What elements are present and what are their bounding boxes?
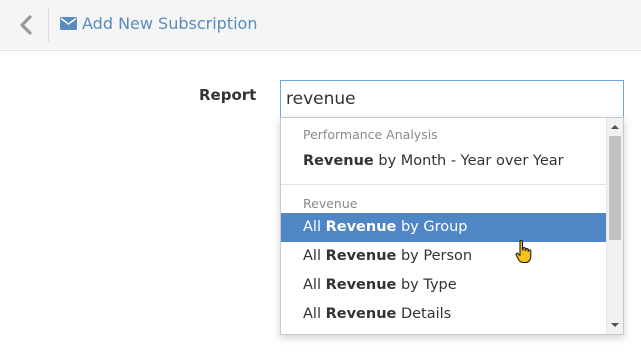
report-label: Report <box>199 86 257 104</box>
dropdown-options: Performance Analysis Revenue by Month - … <box>281 118 606 329</box>
dropdown-scrollbar[interactable] <box>606 118 623 334</box>
group-label-revenue: Revenue <box>303 196 358 211</box>
scroll-up-arrow-icon[interactable] <box>607 119 623 135</box>
option-match: Revenue <box>325 277 397 293</box>
page-title: Add New Subscription <box>60 11 257 35</box>
group-label-performance-analysis: Performance Analysis <box>303 127 438 142</box>
back-button[interactable] <box>12 8 40 42</box>
header-divider <box>48 8 49 42</box>
option-all-revenue-details[interactable]: All Revenue Details <box>281 300 606 329</box>
option-revenue-by-month-yoy[interactable]: Revenue by Month - Year over Year <box>281 148 606 178</box>
option-match: Revenue <box>325 306 397 322</box>
option-suffix: Details <box>396 306 452 322</box>
option-suffix: by Group <box>396 219 468 235</box>
option-match: Revenue <box>303 153 374 169</box>
option-all-revenue-by-type[interactable]: All Revenue by Type <box>281 271 606 300</box>
option-prefix: All <box>303 306 326 322</box>
hand-pointer-icon <box>515 239 532 264</box>
scroll-down-arrow-icon[interactable] <box>607 317 623 333</box>
envelope-icon <box>60 16 77 30</box>
option-suffix: by Month - Year over Year <box>373 153 564 169</box>
report-search-input[interactable] <box>280 80 624 118</box>
option-suffix: by Type <box>396 277 457 293</box>
report-dropdown: Performance Analysis Revenue by Month - … <box>280 117 624 335</box>
option-suffix: by Person <box>396 248 473 264</box>
option-all-revenue-by-person[interactable]: All Revenue by Person <box>281 242 606 271</box>
page-header: Add New Subscription <box>0 0 641 51</box>
option-match: Revenue <box>325 219 397 235</box>
page-title-text: Add New Subscription <box>82 13 258 33</box>
option-prefix: All <box>303 277 326 293</box>
scrollbar-thumb[interactable] <box>609 136 621 240</box>
option-prefix: All <box>303 248 326 264</box>
chevron-left-icon <box>20 15 32 35</box>
option-prefix: All <box>303 219 326 235</box>
option-all-revenue-by-group[interactable]: All Revenue by Group <box>281 213 606 242</box>
option-match: Revenue <box>325 248 397 264</box>
